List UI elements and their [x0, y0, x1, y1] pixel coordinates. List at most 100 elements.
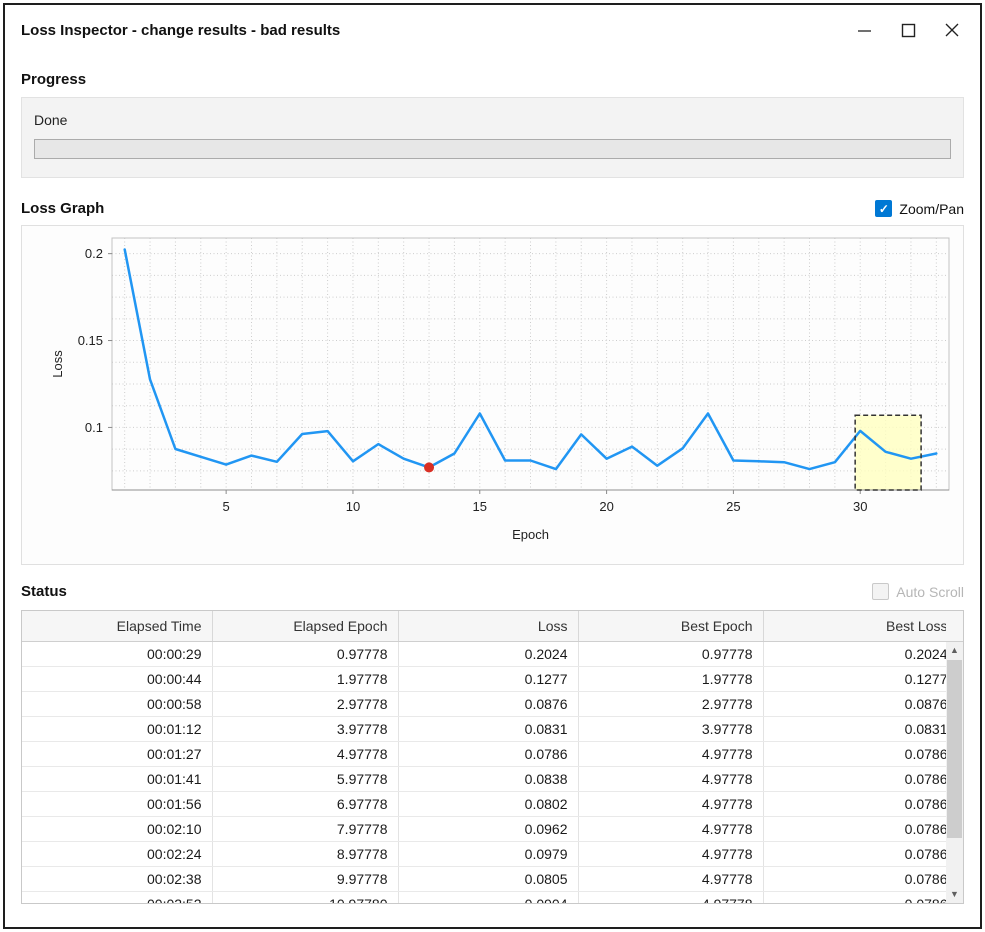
y-axis-label: Loss — [50, 350, 65, 378]
table-cell: 8.97778 — [212, 841, 398, 866]
table-cell: 0.0979 — [398, 841, 578, 866]
table-cell: 2.97778 — [212, 691, 398, 716]
table-cell: 00:01:41 — [22, 766, 212, 791]
table-cell: 10.97780 — [212, 891, 398, 904]
column-header: Best Epoch — [578, 611, 763, 641]
table-cell: 0.2024 — [763, 641, 958, 666]
table-cell: 0.0805 — [398, 866, 578, 891]
loss-chart[interactable]: 0.1 0.15 0.2 5 10 15 20 25 30 Loss Epoch — [21, 225, 964, 565]
close-button[interactable] — [936, 15, 968, 45]
table-cell: 0.0786 — [763, 766, 958, 791]
x-tick-label: 10 — [346, 499, 360, 514]
table-cell: 0.0786 — [763, 891, 958, 904]
table-row[interactable]: 00:02:389.977780.08054.977780.0786 — [22, 866, 958, 891]
column-header: Elapsed Time — [22, 611, 212, 641]
best-loss-marker — [424, 462, 434, 472]
loss-inspector-window: Loss Inspector - change results - bad re… — [3, 3, 982, 929]
column-header: Elapsed Epoch — [212, 611, 398, 641]
table-cell: 0.0786 — [763, 866, 958, 891]
table-row[interactable]: 00:01:123.977780.08313.977780.0831 — [22, 716, 958, 741]
table-row[interactable]: 00:01:274.977780.07864.977780.0786 — [22, 741, 958, 766]
title-bar: Loss Inspector - change results - bad re… — [5, 5, 980, 55]
x-tick-label: 30 — [853, 499, 867, 514]
status-table-header-row: Elapsed TimeElapsed EpochLossBest EpochB… — [22, 611, 958, 641]
auto-scroll-checkbox — [872, 583, 889, 600]
table-row[interactable]: 00:02:5210.977800.09044.977780.0786 — [22, 891, 958, 904]
table-row[interactable]: 00:00:441.977780.12771.977780.1277 — [22, 666, 958, 691]
table-cell: 00:00:44 — [22, 666, 212, 691]
scrollbar-down-button[interactable]: ▼ — [946, 886, 963, 903]
table-row[interactable]: 00:00:290.977780.20240.977780.2024 — [22, 641, 958, 666]
table-cell: 0.0831 — [763, 716, 958, 741]
table-cell: 00:00:29 — [22, 641, 212, 666]
scrollbar-up-button[interactable]: ▲ — [946, 642, 963, 659]
loss-graph-header: Loss Graph ✓ Zoom/Pan — [21, 200, 964, 217]
table-row[interactable]: 00:00:582.977780.08762.977780.0876 — [22, 691, 958, 716]
y-tick-label: 0.2 — [85, 246, 103, 261]
window-title: Loss Inspector - change results - bad re… — [21, 22, 340, 39]
table-row[interactable]: 00:01:415.977780.08384.977780.0786 — [22, 766, 958, 791]
status-table: Elapsed TimeElapsed EpochLossBest EpochB… — [22, 611, 959, 904]
x-tick-label: 20 — [599, 499, 613, 514]
table-cell: 0.0786 — [763, 741, 958, 766]
table-cell: 00:02:52 — [22, 891, 212, 904]
x-tick-label: 15 — [473, 499, 487, 514]
checkmark-icon: ✓ — [879, 203, 889, 215]
table-cell: 3.97778 — [212, 716, 398, 741]
minimize-button[interactable] — [848, 15, 880, 45]
table-header-extension — [946, 611, 963, 642]
maximize-icon — [901, 23, 916, 38]
table-cell: 5.97778 — [212, 766, 398, 791]
table-cell: 0.0838 — [398, 766, 578, 791]
table-row[interactable]: 00:02:248.977780.09794.977780.0786 — [22, 841, 958, 866]
table-cell: 00:01:12 — [22, 716, 212, 741]
table-cell: 0.0962 — [398, 816, 578, 841]
table-cell: 00:01:27 — [22, 741, 212, 766]
table-cell: 1.97778 — [212, 666, 398, 691]
zoom-pan-checkbox[interactable]: ✓ — [875, 200, 892, 217]
table-cell: 7.97778 — [212, 816, 398, 841]
table-cell: 0.0786 — [763, 816, 958, 841]
table-cell: 0.0786 — [398, 741, 578, 766]
table-cell: 4.97778 — [578, 891, 763, 904]
window-content: Progress Done Loss Graph ✓ Zoom/Pan 0.10… — [5, 71, 980, 904]
table-cell: 0.0876 — [763, 691, 958, 716]
x-tick-label: 5 — [223, 499, 230, 514]
table-row[interactable]: 00:01:566.977780.08024.977780.0786 — [22, 791, 958, 816]
x-tick-label: 25 — [726, 499, 740, 514]
table-cell: 4.97778 — [578, 766, 763, 791]
table-cell: 0.1277 — [398, 666, 578, 691]
scrollbar-thumb[interactable] — [947, 660, 962, 838]
x-axis-label: Epoch — [512, 527, 549, 542]
table-cell: 0.0802 — [398, 791, 578, 816]
table-cell: 0.97778 — [578, 641, 763, 666]
table-scrollbar[interactable]: ▲ ▼ — [946, 642, 963, 903]
table-cell: 6.97778 — [212, 791, 398, 816]
maximize-button[interactable] — [892, 15, 924, 45]
table-row[interactable]: 00:02:107.977780.09624.977780.0786 — [22, 816, 958, 841]
table-cell: 00:02:10 — [22, 816, 212, 841]
progress-section-title: Progress — [21, 71, 964, 88]
zoom-pan-label: Zoom/Pan — [899, 201, 964, 217]
y-tick-label: 0.1 — [85, 420, 103, 435]
table-cell: 1.97778 — [578, 666, 763, 691]
minimize-icon — [857, 23, 872, 38]
table-cell: 00:00:58 — [22, 691, 212, 716]
table-cell: 0.0786 — [763, 841, 958, 866]
table-cell: 0.97778 — [212, 641, 398, 666]
table-cell: 0.0786 — [763, 791, 958, 816]
table-cell: 00:02:24 — [22, 841, 212, 866]
loss-graph-section-title: Loss Graph — [21, 200, 104, 217]
table-cell: 4.97778 — [578, 866, 763, 891]
y-tick-label: 0.15 — [78, 333, 103, 348]
status-table-body: 00:00:290.977780.20240.977780.202400:00:… — [22, 641, 958, 904]
table-cell: 4.97778 — [212, 741, 398, 766]
table-cell: 4.97778 — [578, 816, 763, 841]
progress-bar — [34, 139, 951, 159]
table-cell: 00:02:38 — [22, 866, 212, 891]
auto-scroll-control: Auto Scroll — [872, 583, 964, 600]
table-cell: 00:01:56 — [22, 791, 212, 816]
table-cell: 0.0876 — [398, 691, 578, 716]
table-cell: 4.97778 — [578, 741, 763, 766]
loss-line — [125, 250, 937, 470]
